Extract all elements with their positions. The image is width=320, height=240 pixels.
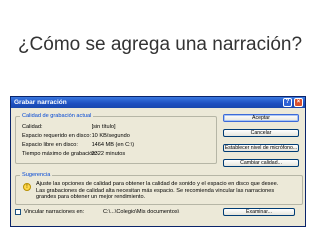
slide-title: ¿Cómo se agrega una narración?	[17, 34, 303, 55]
link-path: C:\...\Colegio\Mis documentos\	[103, 209, 180, 215]
max-time-value: 2322 minutos	[91, 151, 126, 157]
change-quality-button[interactable]: Cambiar calidad...	[223, 159, 299, 167]
lightbulb-icon: !	[23, 183, 31, 191]
tip-group: Sugerencia ! Ajuste las opciones de cali…	[15, 172, 303, 205]
mic-level-button[interactable]: Establecer nivel de micrófono...	[223, 144, 299, 152]
max-time-label: Tiempo máximo de grabación:	[22, 151, 98, 157]
tip-text: Ajuste las opciones de calidad para obte…	[36, 181, 279, 200]
accept-button[interactable]: Aceptar	[223, 114, 299, 122]
max-time-row: Tiempo máximo de grabación: 2322 minutos	[22, 151, 125, 157]
link-narrations-label: Vincular narraciones en:	[24, 209, 85, 215]
quality-group-label: Calidad de grabación actual	[20, 113, 94, 119]
help-icon[interactable]: ?	[283, 98, 292, 107]
quality-label: Calidad:	[22, 124, 43, 130]
free-space-label: Espacio libre en disco:	[22, 142, 78, 148]
dialog-title: Grabar narración	[14, 99, 67, 106]
tip-group-label: Sugerencia	[20, 172, 53, 178]
dialog-titlebar[interactable]: Grabar narración ? ×	[11, 97, 305, 108]
required-space-value: 10 KB/segundo	[91, 133, 130, 139]
required-space-row: Espacio requerido en disco: 10 KB/segund…	[22, 133, 130, 139]
current-quality-group: Calidad de grabación actual Calidad: [si…	[15, 113, 217, 164]
free-space-value: 1464 MB (en C:\)	[91, 142, 135, 148]
quality-row: Calidad: [sin título]	[22, 124, 116, 130]
required-space-label: Espacio requerido en disco:	[22, 133, 92, 139]
record-narration-dialog: Grabar narración ? × Calidad de grabació…	[10, 96, 306, 227]
link-narrations-checkbox[interactable]	[15, 209, 21, 215]
browse-button[interactable]: Examinar...	[223, 208, 295, 216]
free-space-row: Espacio libre en disco: 1464 MB (en C:\)	[22, 142, 134, 148]
close-icon[interactable]: ×	[294, 98, 303, 107]
quality-value: [sin título]	[91, 124, 116, 130]
cancel-button[interactable]: Cancelar	[223, 129, 299, 137]
